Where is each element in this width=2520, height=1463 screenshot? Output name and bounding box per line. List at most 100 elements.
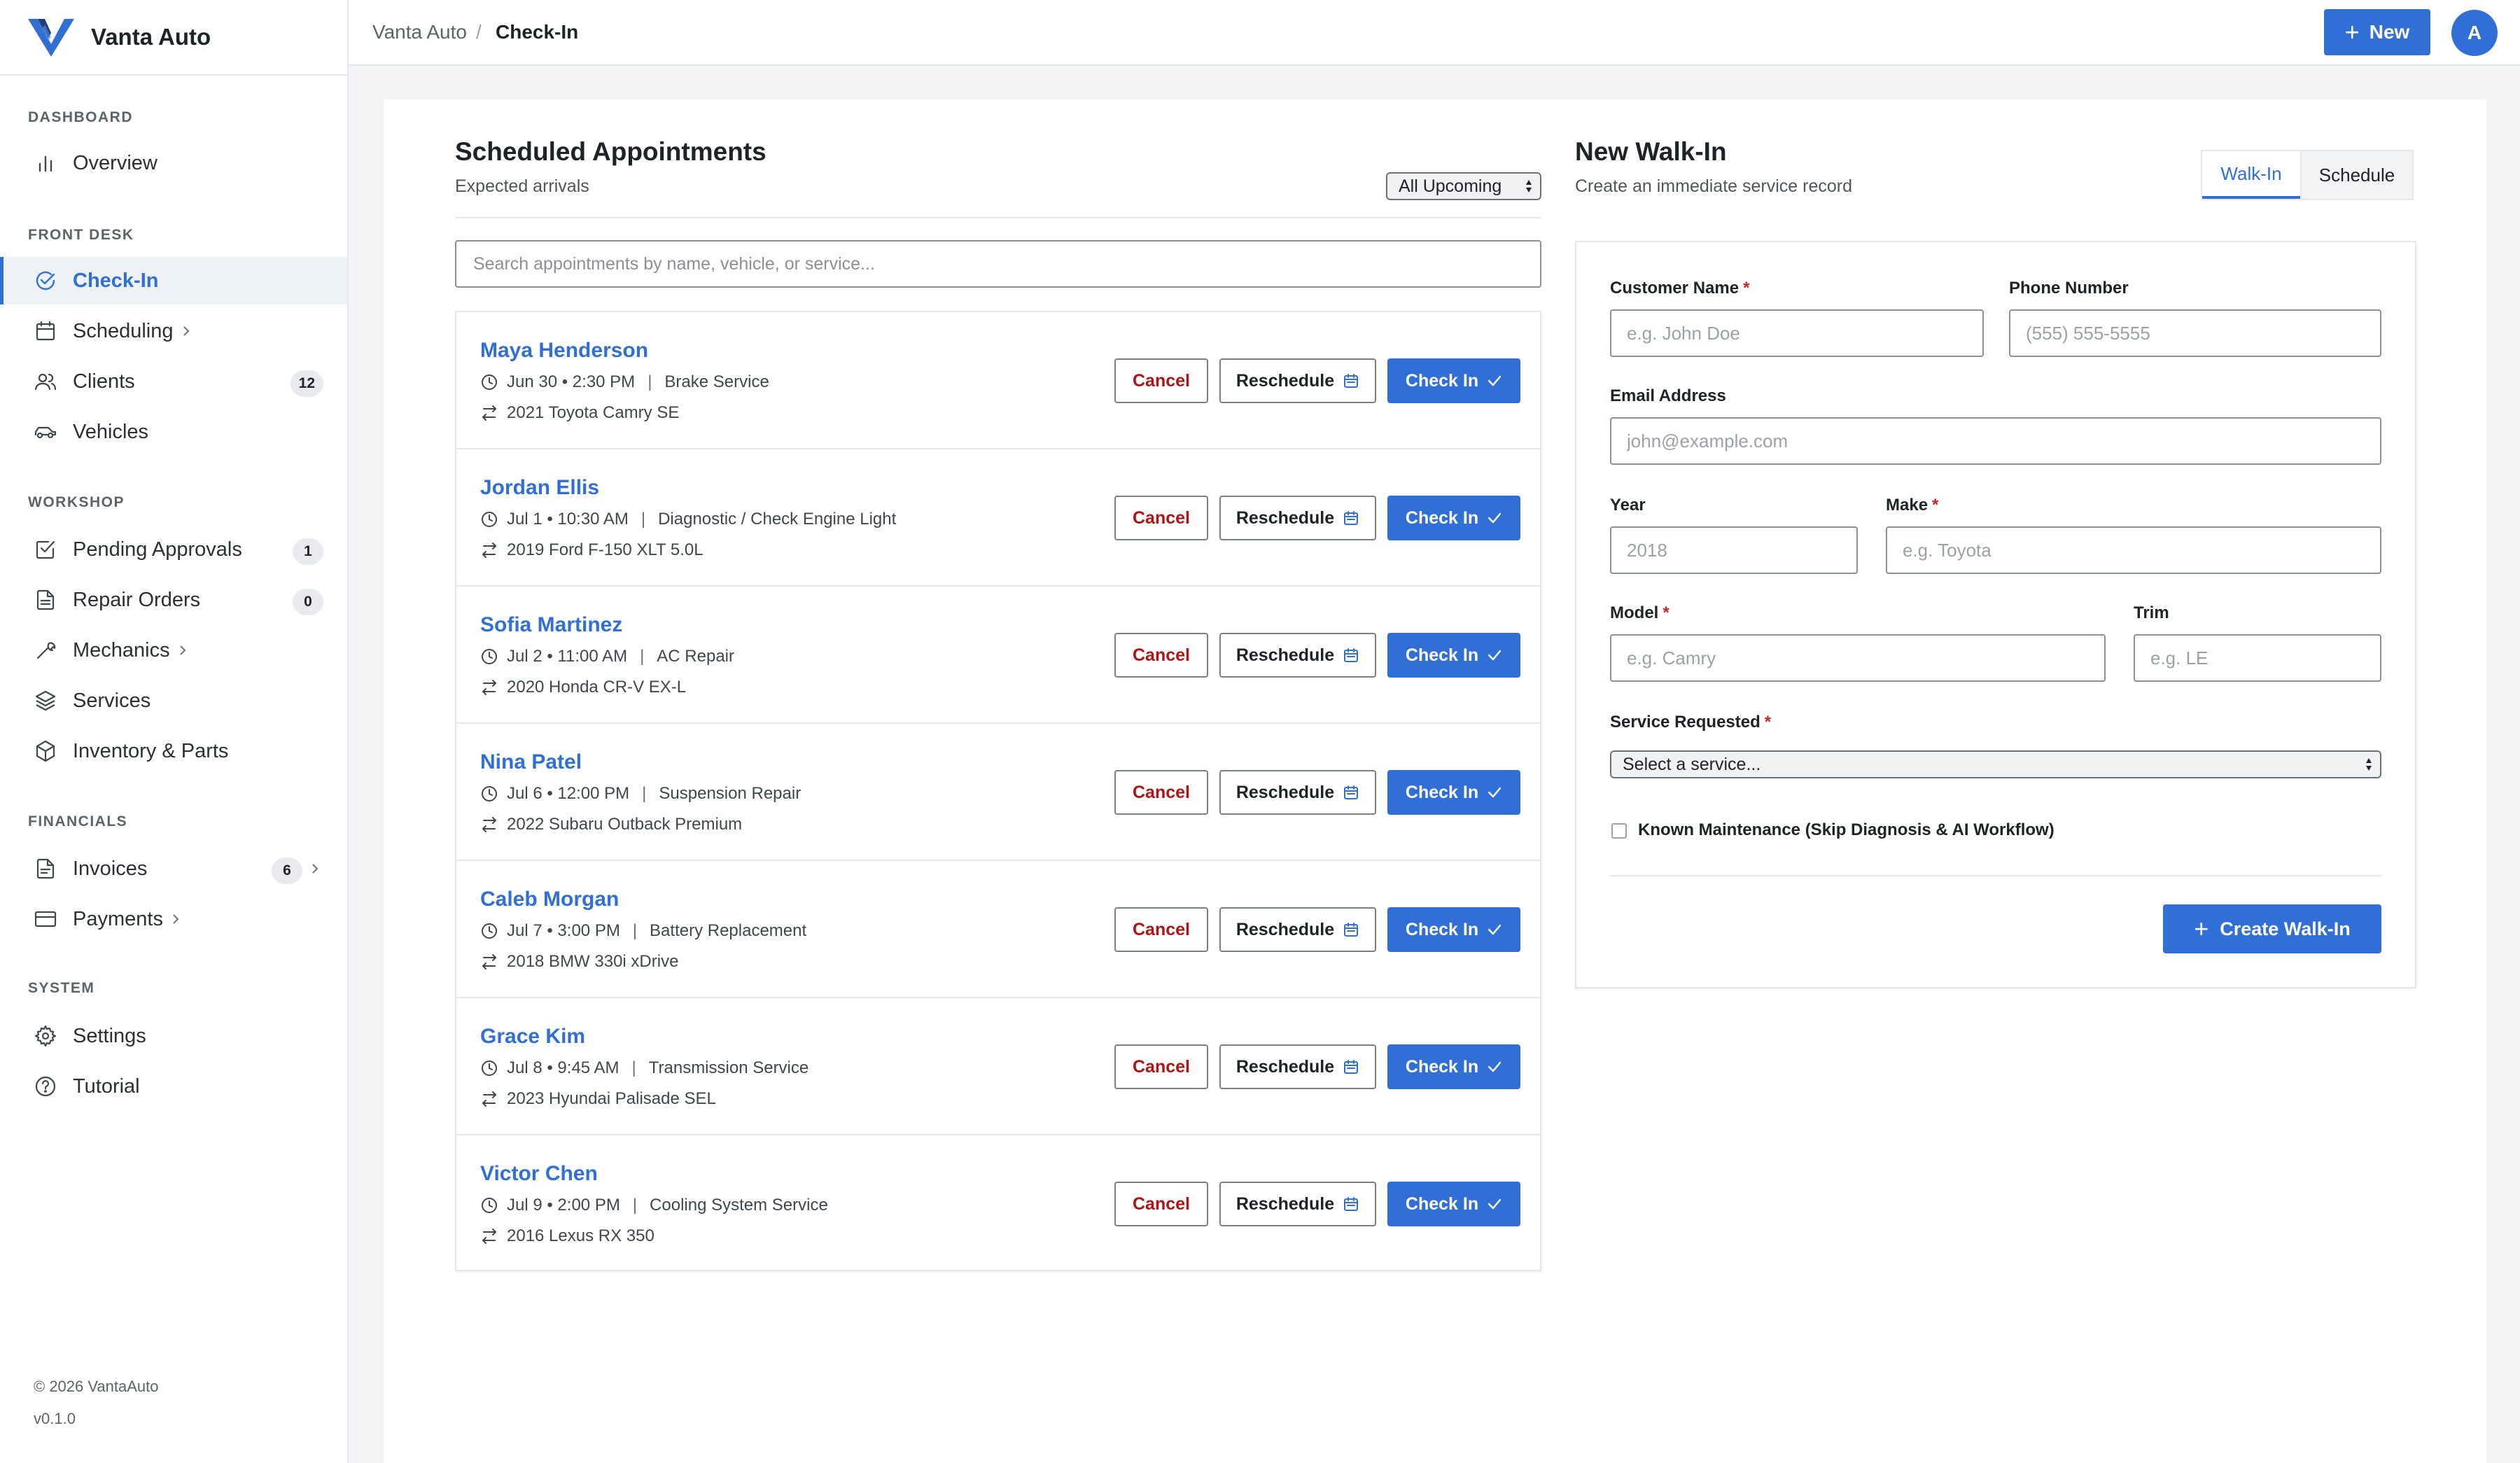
customer-name-link[interactable]: Grace Kim	[480, 1025, 585, 1049]
create-walk-in-button[interactable]: + Create Walk-In	[2163, 904, 2381, 953]
appointments-filter-select[interactable]: All Upcoming	[1386, 172, 1541, 200]
sidebar-item-tutorial[interactable]: Tutorial	[0, 1063, 347, 1110]
brand[interactable]: Vanta Auto	[0, 0, 347, 76]
invoice-icon	[36, 858, 55, 879]
sidebar-item-pending-approvals[interactable]: Pending Approvals 1	[0, 526, 347, 573]
customer-name-input[interactable]	[1610, 309, 1984, 357]
appointment-row: Jordan Ellis Jul 1 • 10:30 AM | Diagnostic …	[456, 449, 1540, 587]
check-in-button[interactable]: Check In	[1387, 1182, 1520, 1226]
appointment-when: Jul 6 • 12:00 PM | Suspension Repair	[480, 784, 801, 804]
email-input[interactable]	[1610, 417, 2381, 465]
check-in-button[interactable]: Check In	[1387, 633, 1520, 678]
check-in-button[interactable]: Check In	[1387, 907, 1520, 952]
customer-name-link[interactable]: Nina Patel	[480, 750, 582, 774]
appointment-search-input[interactable]	[455, 240, 1541, 288]
appointment-vehicle: 2020 Honda CR-V EX-L	[507, 678, 687, 696]
calendar-icon	[1334, 1058, 1359, 1075]
calendar-icon	[1334, 921, 1359, 938]
known-maintenance-checkbox[interactable]	[1611, 823, 1627, 839]
appointment-when: Jul 8 • 9:45 AM | Transmission Service	[480, 1058, 808, 1078]
sidebar-item-vehicles[interactable]: Vehicles	[0, 408, 347, 456]
phone-number-input[interactable]	[2009, 309, 2381, 357]
appointment-vehicle: 2016 Lexus RX 350	[507, 1226, 654, 1245]
sidebar-item-repair-orders[interactable]: Repair Orders 0	[0, 576, 347, 624]
reschedule-button[interactable]: Reschedule	[1219, 770, 1376, 815]
cancel-button[interactable]: Cancel	[1114, 1182, 1208, 1226]
cancel-button[interactable]: Cancel	[1114, 770, 1208, 815]
box-icon	[36, 740, 55, 762]
gear-icon	[34, 1025, 57, 1047]
clock-icon	[480, 922, 507, 940]
label-text: Make	[1886, 496, 1928, 514]
check-icon	[1478, 510, 1502, 526]
cancel-button[interactable]: Cancel	[1114, 1044, 1208, 1089]
sidebar-item-overview[interactable]: Overview	[0, 139, 347, 187]
customer-name-link[interactable]: Jordan Ellis	[480, 476, 599, 500]
sidebar-item-label: Payments	[73, 907, 163, 930]
cancel-button[interactable]: Cancel	[1114, 633, 1208, 678]
trim-input[interactable]	[2134, 634, 2381, 682]
reschedule-button[interactable]: Reschedule	[1219, 1044, 1376, 1089]
known-maintenance-label[interactable]: Known Maintenance (Skip Diagnosis & AI W…	[1638, 820, 2054, 840]
sidebar-item-invoices[interactable]: Invoices 6	[0, 845, 347, 892]
breadcrumb-root[interactable]: Vanta Auto	[372, 21, 467, 43]
select-arrows-icon	[1526, 180, 1532, 192]
check-in-button[interactable]: Check In	[1387, 496, 1520, 540]
user-avatar[interactable]: A	[2451, 10, 2498, 56]
sidebar-item-scheduling[interactable]: Scheduling	[0, 307, 347, 355]
sidebar-item-check-in[interactable]: Check-In	[0, 257, 347, 304]
reschedule-button[interactable]: Reschedule	[1219, 633, 1376, 678]
appointment-when: Jul 7 • 3:00 PM | Battery Replacement	[480, 921, 806, 941]
reschedule-button[interactable]: Reschedule	[1219, 496, 1376, 540]
tab-schedule[interactable]: Schedule	[2300, 151, 2412, 199]
layers-icon	[35, 690, 56, 711]
check-in-button[interactable]: Check In	[1387, 1044, 1520, 1089]
sidebar-item-settings[interactable]: Settings	[0, 1012, 347, 1060]
sidebar-item-payments[interactable]: Payments	[0, 895, 347, 943]
cancel-button[interactable]: Cancel	[1114, 358, 1208, 403]
appointment-row: Nina Patel Jul 6 • 12:00 PM | Suspension Re…	[456, 724, 1540, 861]
check-in-label: Check In	[1405, 645, 1479, 665]
tab-walk-in[interactable]: Walk-In	[2202, 151, 2300, 199]
appointment-vehicle: 2018 BMW 330i xDrive	[507, 952, 679, 971]
service-select[interactable]: Select a service...	[1610, 750, 2381, 778]
customer-name-link[interactable]: Victor Chen	[480, 1162, 598, 1186]
plus-icon: +	[2344, 18, 2360, 46]
sidebar-item-services[interactable]: Services	[0, 677, 347, 724]
check-icon	[1478, 648, 1502, 663]
sidebar-item-mechanics[interactable]: Mechanics	[0, 626, 347, 674]
check-in-button[interactable]: Check In	[1387, 358, 1520, 403]
new-button[interactable]: + New	[2324, 9, 2430, 55]
customer-name-link[interactable]: Caleb Morgan	[480, 888, 619, 911]
check-icon	[1478, 1196, 1502, 1212]
sidebar-item-label: Repair Orders	[73, 588, 201, 611]
copyright: © 2026 VantaAuto	[34, 1378, 159, 1395]
customer-name-link[interactable]: Sofia Martinez	[480, 613, 622, 637]
customer-name-link[interactable]: Maya Henderson	[480, 339, 648, 363]
cancel-button[interactable]: Cancel	[1114, 907, 1208, 952]
check-in-button[interactable]: Check In	[1387, 770, 1520, 815]
sidebar-item-inventory-parts[interactable]: Inventory & Parts	[0, 727, 347, 775]
sidebar-item-clients[interactable]: Clients 12	[0, 358, 347, 405]
year-input[interactable]	[1610, 526, 1858, 574]
cancel-button[interactable]: Cancel	[1114, 496, 1208, 540]
calendar-icon	[1334, 1196, 1359, 1212]
make-input[interactable]	[1886, 526, 2381, 574]
appointment-vehicle: 2023 Hyundai Palisade SEL	[507, 1089, 716, 1108]
reschedule-button[interactable]: Reschedule	[1219, 1182, 1376, 1226]
reschedule-button[interactable]: Reschedule	[1219, 358, 1376, 403]
reschedule-label: Reschedule	[1236, 507, 1335, 528]
reschedule-button[interactable]: Reschedule	[1219, 907, 1376, 952]
appointment-when: Jul 1 • 10:30 AM | Diagnostic / Check Engi…	[480, 510, 896, 529]
model-input[interactable]	[1610, 634, 2106, 682]
sidebar-item-label: Clients	[73, 370, 135, 393]
clock-icon	[480, 1196, 507, 1214]
sidebar-item-label: Tutorial	[73, 1074, 140, 1098]
appointment-row: Caleb Morgan Jul 7 • 3:00 PM | Battery Repl…	[456, 861, 1540, 998]
required-marker: *	[1662, 603, 1670, 622]
vanta-logo-icon	[28, 19, 74, 57]
appointment-when: Jul 2 • 11:00 AM | AC Repair	[480, 647, 734, 666]
separator: |	[642, 784, 647, 803]
appointment-datetime: Jul 6 • 12:00 PM	[507, 784, 630, 803]
check-circle-icon	[36, 271, 55, 290]
